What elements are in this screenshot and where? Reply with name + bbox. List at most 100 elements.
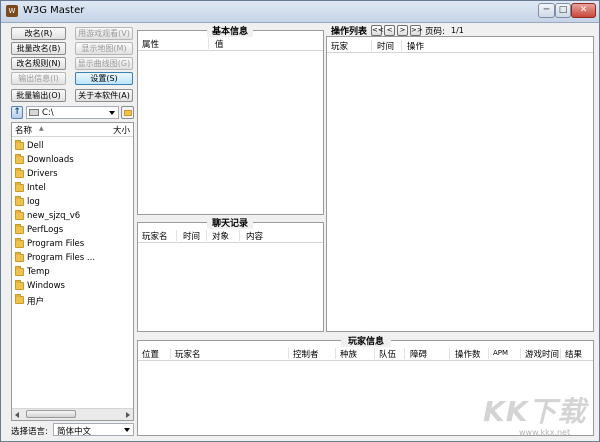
col-name-header[interactable]: 名称: [15, 124, 32, 136]
col-target[interactable]: 对象: [212, 230, 229, 242]
col-team[interactable]: 队伍: [379, 348, 396, 360]
list-item[interactable]: Drivers: [15, 168, 130, 181]
col-actions-count[interactable]: 操作数: [455, 348, 481, 360]
show-map-button[interactable]: 显示地图(M): [75, 42, 133, 55]
watermark-logo: KK下载: [483, 395, 587, 428]
folder-icon: [15, 294, 24, 304]
col-content[interactable]: 内容: [246, 230, 263, 242]
list-item[interactable]: Program Files: [15, 238, 130, 251]
col-game-time[interactable]: 游戏时间: [525, 348, 559, 360]
players-header: 位置 玩家名 控制者 种族 队伍 障碍 操作数 APM 游戏时间 结果: [138, 347, 593, 361]
drive-select[interactable]: C:\: [26, 106, 119, 119]
chat-header: 玩家名 时间 对象 内容: [138, 229, 323, 243]
col-race[interactable]: 种族: [340, 348, 357, 360]
folder-name: Program Files: [27, 239, 85, 249]
first-page-button[interactable]: <<: [371, 25, 384, 36]
next-page-button[interactable]: >: [397, 25, 408, 36]
about-button[interactable]: 关于本软件(A): [75, 89, 133, 102]
chevron-down-icon: [109, 111, 115, 115]
list-item[interactable]: Dell: [15, 140, 130, 153]
col-attribute[interactable]: 属性: [142, 38, 159, 50]
language-value: 简体中文: [57, 427, 92, 437]
players-title: 玩家信息: [341, 334, 391, 347]
list-item[interactable]: PerfLogs: [15, 224, 130, 237]
col-action[interactable]: 操作: [407, 40, 424, 52]
folder-icon: [15, 224, 24, 234]
app-window: W W3G Master ─ □ ✕ 改名(R) 用游戏观看(V) 批量改名(B) 显…: [0, 0, 600, 442]
col-position[interactable]: 位置: [142, 348, 159, 360]
scroll-left-icon[interactable]: [15, 412, 19, 418]
close-button[interactable]: ✕: [571, 3, 596, 18]
list-item[interactable]: 用户: [15, 294, 130, 307]
last-page-button[interactable]: >>: [410, 25, 423, 36]
col-action-time[interactable]: 时间: [377, 40, 394, 52]
page-label: 页码:: [425, 27, 445, 37]
col-player-name[interactable]: 玩家名: [175, 348, 201, 360]
folder-name: Temp: [27, 267, 50, 277]
col-player-name[interactable]: 玩家名: [142, 230, 168, 242]
actions-title: 操作列表: [331, 27, 368, 37]
watch-in-game-button[interactable]: 用游戏观看(V): [75, 27, 133, 40]
scroll-right-icon[interactable]: [126, 412, 130, 418]
col-result[interactable]: 结果: [565, 348, 582, 360]
batch-rename-button[interactable]: 批量改名(B): [11, 42, 66, 55]
language-select[interactable]: 简体中文: [53, 423, 134, 437]
folder-open-icon: [124, 110, 132, 116]
folder-name: 用户: [27, 297, 45, 307]
col-apm[interactable]: APM: [493, 349, 508, 357]
scroll-thumb[interactable]: [26, 410, 76, 418]
window-title: W3G Master: [23, 5, 85, 16]
folder-icon: [15, 210, 24, 220]
chevron-down-icon: [124, 428, 130, 432]
actions-header: 玩家 时间 操作: [327, 39, 593, 53]
col-handicap[interactable]: 障碍: [410, 348, 427, 360]
page-value: 1/1: [451, 26, 464, 35]
chat-panel: 玩家名 时间 对象 内容: [137, 222, 324, 332]
export-info-button[interactable]: 输出信息(I): [11, 72, 66, 85]
list-item[interactable]: Program Files ...: [15, 252, 130, 265]
rename-button[interactable]: 改名(R): [11, 27, 66, 40]
file-list-header: 名称 ▲ 大小: [12, 123, 133, 137]
col-value[interactable]: 值: [215, 38, 224, 50]
rename-rules-button[interactable]: 改名规则(N): [11, 57, 66, 70]
list-item[interactable]: Windows: [15, 280, 130, 293]
folder-name: new_sjzq_v6: [27, 211, 81, 221]
folder-icon: [15, 168, 24, 178]
list-item[interactable]: Intel: [15, 182, 130, 195]
folder-name: Program Files ...: [27, 253, 96, 263]
horizontal-scrollbar[interactable]: [12, 408, 133, 420]
up-arrow-icon: ↑: [13, 107, 21, 117]
folder-name: PerfLogs: [27, 225, 64, 235]
folder-icon: [15, 140, 24, 150]
batch-export-button[interactable]: 批量输出(O): [11, 89, 66, 102]
basic-info-title: 基本信息: [207, 24, 253, 37]
folder-icon: [15, 196, 24, 206]
col-player[interactable]: 玩家: [331, 40, 348, 52]
maximize-button[interactable]: □: [555, 3, 571, 18]
list-item[interactable]: log: [15, 196, 130, 209]
prev-page-button[interactable]: <: [384, 25, 395, 36]
open-folder-button[interactable]: [121, 106, 134, 119]
basic-info-header: 属性 值: [138, 37, 323, 51]
file-list[interactable]: 名称 ▲ 大小 Dell Downloads Drivers Intel log new_…: [11, 122, 134, 421]
up-folder-button[interactable]: ↑: [11, 106, 23, 119]
folder-icon: [15, 154, 24, 164]
col-time[interactable]: 时间: [183, 230, 200, 242]
list-item[interactable]: new_sjzq_v6: [15, 210, 130, 223]
settings-button[interactable]: 设置(S): [75, 72, 133, 85]
list-item[interactable]: Temp: [15, 266, 130, 279]
col-size-header[interactable]: 大小: [113, 124, 130, 136]
folder-icon: [15, 266, 24, 276]
show-chart-button[interactable]: 显示曲线图(G): [75, 57, 133, 70]
basic-info-panel: 属性 值: [137, 30, 324, 215]
title-bar[interactable]: W W3G Master ─ □ ✕: [1, 1, 599, 23]
list-item[interactable]: Downloads: [15, 154, 130, 167]
minimize-button[interactable]: ─: [538, 3, 555, 18]
folder-name: Intel: [27, 183, 46, 193]
drive-icon: [29, 109, 39, 116]
actions-panel: 玩家 时间 操作: [326, 36, 594, 332]
folder-name: Windows: [27, 281, 65, 291]
folder-icon: [15, 280, 24, 290]
folder-icon: [15, 182, 24, 192]
col-controller[interactable]: 控制者: [293, 348, 319, 360]
